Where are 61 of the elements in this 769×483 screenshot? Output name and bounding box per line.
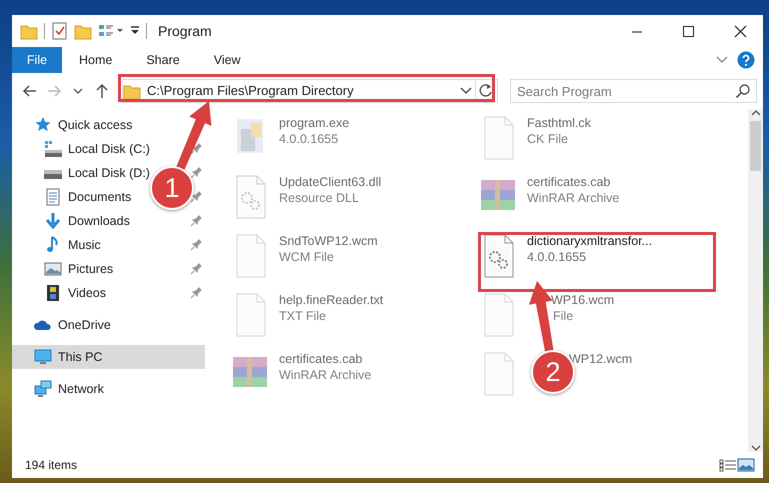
film-icon bbox=[44, 284, 62, 302]
address-path: C:\Program Files\Program Directory bbox=[146, 82, 355, 100]
expand-ribbon-icon[interactable] bbox=[715, 55, 729, 65]
file-menu-tab[interactable]: File bbox=[12, 47, 62, 73]
star-icon bbox=[34, 116, 52, 134]
scrollbar-thumb[interactable] bbox=[750, 121, 761, 171]
monitor-icon bbox=[34, 348, 52, 366]
picture-icon bbox=[44, 260, 62, 278]
file-name[interactable]: program.exe bbox=[279, 115, 350, 132]
sidebar-item[interactable]: Documents bbox=[68, 188, 132, 206]
ribbon-tab[interactable]: Home bbox=[62, 47, 130, 73]
download-arrow-icon bbox=[44, 212, 62, 230]
sidebar-item[interactable]: Local Disk (D:) bbox=[68, 164, 150, 182]
sidebar-item[interactable]: Pictures bbox=[68, 260, 114, 278]
file-name[interactable]: help.fineReader.txt bbox=[279, 292, 384, 308]
view-options-icon bbox=[98, 23, 124, 39]
sidebar-item[interactable]: OneDrive bbox=[58, 316, 111, 334]
file-name[interactable]: WP12.wcm bbox=[569, 351, 632, 368]
file-name[interactable]: certificates.cab bbox=[279, 351, 372, 368]
ribbon-tab[interactable]: Share bbox=[129, 47, 197, 73]
search-icon[interactable] bbox=[735, 83, 751, 99]
file-detail: 4.0.0.1655 bbox=[279, 131, 340, 148]
file-name[interactable]: Fasthtml.ck bbox=[527, 115, 591, 132]
file-name[interactable]: UpdateClient63.dll bbox=[279, 174, 382, 190]
network-icon bbox=[34, 380, 52, 398]
sidebar-item[interactable]: Videos bbox=[68, 284, 106, 302]
file-name[interactable]: WP16.wcm bbox=[551, 292, 614, 308]
separator-icon bbox=[44, 23, 46, 39]
ribbon-tab[interactable]: View bbox=[196, 47, 258, 73]
file-detail: TXT File bbox=[279, 308, 327, 324]
search-field[interactable]: Search Program bbox=[510, 79, 757, 103]
sidebar-item[interactable]: This PC bbox=[58, 348, 102, 366]
scrollbar[interactable] bbox=[748, 109, 763, 452]
document-icon bbox=[44, 188, 62, 206]
file-detail: WinRAR Archive bbox=[527, 190, 620, 206]
sidebar-item[interactable]: Local Disk (C:) bbox=[68, 140, 150, 158]
sidebar-item[interactable]: Downloads bbox=[68, 212, 130, 230]
file-detail: WCM File bbox=[279, 249, 335, 266]
sidebar-item[interactable]: Quick access bbox=[58, 116, 132, 134]
properties-icon bbox=[52, 22, 68, 40]
details-view-icon[interactable] bbox=[719, 458, 737, 472]
file-detail: 4.0.0.1655 bbox=[527, 249, 588, 266]
separator-icon bbox=[146, 23, 148, 39]
file-detail: Resource DLL bbox=[279, 190, 360, 206]
file-name[interactable]: dictionaryxmltransfor... bbox=[527, 233, 652, 250]
scroll-up-icon[interactable] bbox=[750, 109, 760, 117]
large-icons-view-icon[interactable] bbox=[737, 458, 755, 472]
item-count: 194 items bbox=[25, 457, 78, 474]
drive-icon bbox=[44, 140, 62, 158]
file-name[interactable]: SndToWP12.wcm bbox=[279, 233, 378, 250]
file-name[interactable]: certificates.cab bbox=[527, 174, 620, 190]
window-title: Program bbox=[158, 22, 213, 41]
help-icon[interactable] bbox=[737, 51, 755, 69]
file-detail: CK File bbox=[527, 131, 569, 148]
file-detail: File bbox=[552, 308, 574, 324]
sidebar-item[interactable]: Music bbox=[68, 236, 101, 254]
sidebar-item[interactable]: Network bbox=[58, 380, 104, 398]
file-detail: WinRAR Archive bbox=[279, 367, 372, 384]
scroll-down-icon[interactable] bbox=[750, 444, 760, 452]
close-icon[interactable] bbox=[732, 24, 748, 38]
maximize-icon[interactable] bbox=[680, 24, 696, 38]
